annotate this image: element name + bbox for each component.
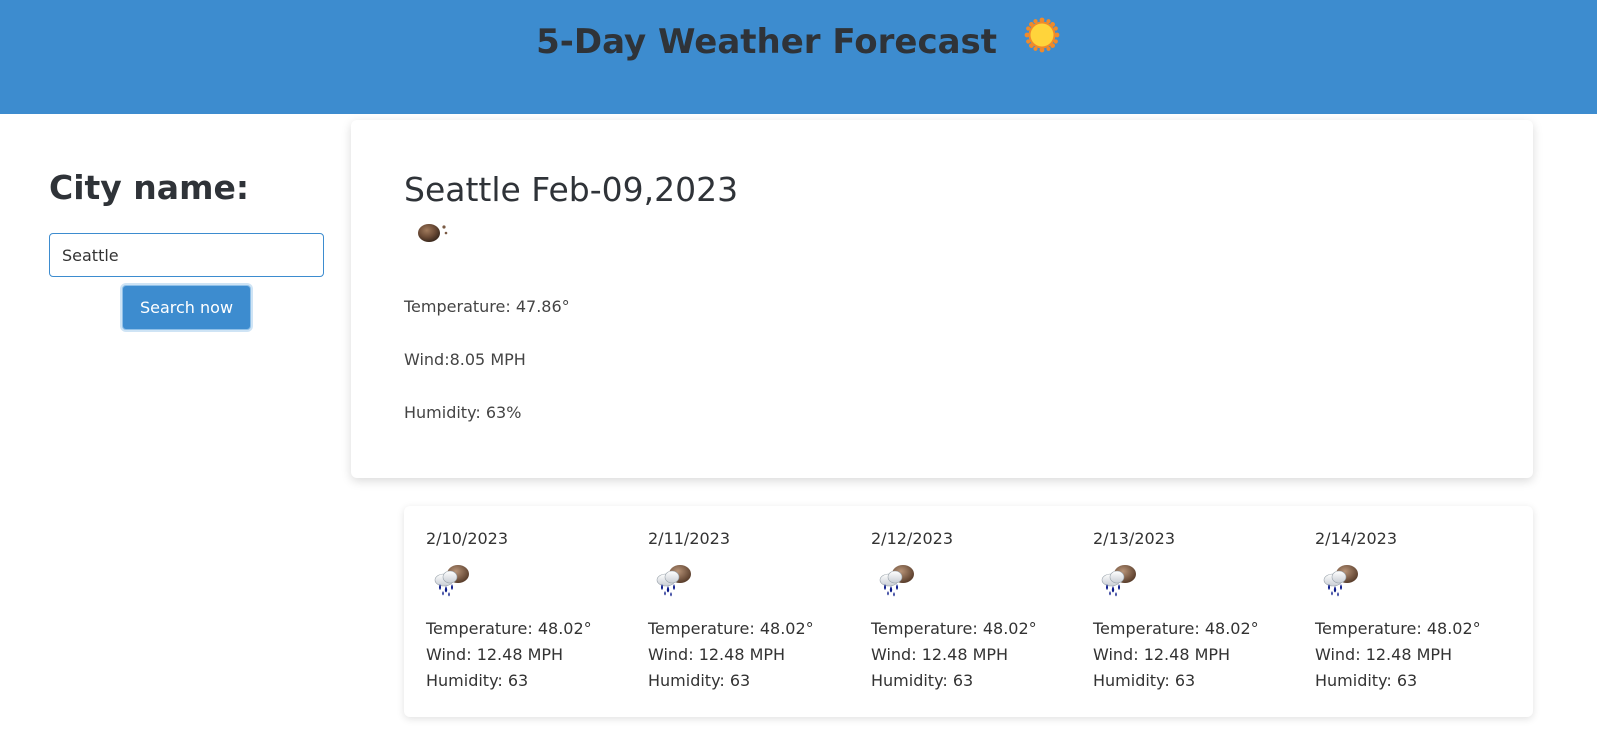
forecast-day: 2/10/2023 Temperature: 48.02° Wind: 12.48 …	[426, 506, 636, 717]
forecast-humidity: Humidity: 63	[426, 671, 529, 690]
current-weather-card: Seattle Feb-09,2023 Temperature: 47.86° …	[351, 120, 1533, 478]
forecast-humidity: Humidity: 63	[1093, 671, 1196, 690]
forecast-day: 2/13/2023 Temperature: 48.02° Wind: 12.48 …	[1093, 506, 1303, 717]
forecast-temperature: Temperature: 48.02°	[1093, 619, 1259, 638]
page-title: 5-Day Weather Forecast	[536, 22, 998, 62]
sun-icon	[1023, 16, 1061, 65]
forecast-day: 2/14/2023 Temperature: 48.02° Wind: 12.48 …	[1315, 506, 1525, 717]
forecast-wind: Wind: 12.48 MPH	[1315, 645, 1453, 664]
forecast-temperature: Temperature: 48.02°	[426, 619, 592, 638]
header-title-wrap: 5-Day Weather Forecast	[0, 17, 1597, 65]
weather-icon	[415, 218, 451, 250]
page-header: 5-Day Weather Forecast	[0, 0, 1597, 114]
forecast-date: 2/12/2023	[871, 529, 954, 548]
forecast-day: 2/11/2023 Temperature: 48.02° Wind: 12.48 …	[648, 506, 858, 717]
rain-cloud-icon	[650, 562, 696, 602]
forecast-temperature: Temperature: 48.02°	[1315, 619, 1481, 638]
current-city-date: Seattle Feb-09,2023	[404, 170, 739, 209]
forecast-wind: Wind: 12.48 MPH	[1093, 645, 1231, 664]
rain-cloud-icon	[1317, 562, 1363, 602]
rain-cloud-icon	[873, 562, 919, 602]
forecast-date: 2/10/2023	[426, 529, 509, 548]
forecast-wind: Wind: 12.48 MPH	[426, 645, 564, 664]
forecast-date: 2/11/2023	[648, 529, 731, 548]
forecast-date: 2/13/2023	[1093, 529, 1176, 548]
forecast-date: 2/14/2023	[1315, 529, 1398, 548]
rain-cloud-icon	[428, 562, 474, 602]
current-temperature: Temperature: 47.86°	[404, 297, 570, 316]
city-search-input[interactable]	[49, 233, 324, 277]
forecast-temperature: Temperature: 48.02°	[648, 619, 814, 638]
current-humidity: Humidity: 63%	[404, 403, 522, 422]
search-now-button[interactable]: Search now	[122, 285, 251, 330]
city-name-heading: City name:	[49, 168, 250, 207]
forecast-humidity: Humidity: 63	[871, 671, 974, 690]
forecast-humidity: Humidity: 63	[648, 671, 751, 690]
five-day-forecast: 2/10/2023 Temperature: 48.02° Wind: 12.48 …	[404, 506, 1533, 717]
forecast-wind: Wind: 12.48 MPH	[871, 645, 1009, 664]
current-wind: Wind:8.05 MPH	[404, 350, 526, 369]
forecast-humidity: Humidity: 63	[1315, 671, 1418, 690]
rain-cloud-icon	[1095, 562, 1141, 602]
forecast-wind: Wind: 12.48 MPH	[648, 645, 786, 664]
forecast-temperature: Temperature: 48.02°	[871, 619, 1037, 638]
forecast-day: 2/12/2023 Temperature: 48.02° Wind: 12.48 …	[871, 506, 1081, 717]
